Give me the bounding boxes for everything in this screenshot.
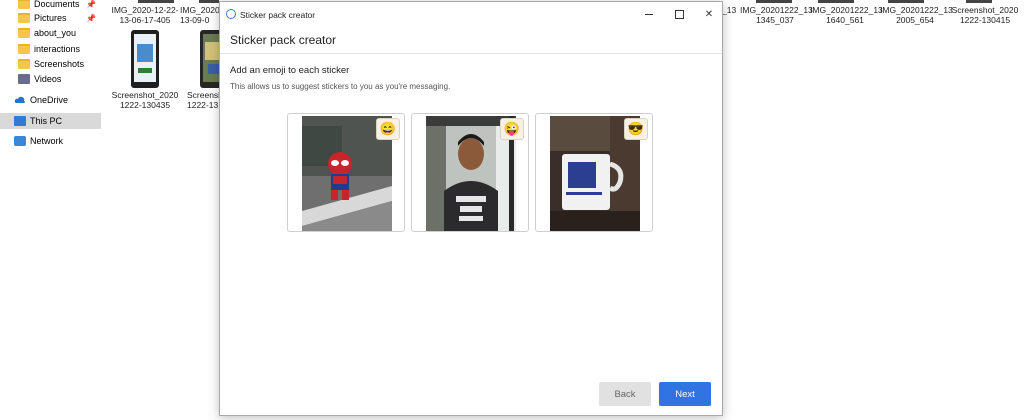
instruction-text: Add an emoji to each sticker <box>230 65 350 76</box>
video-folder-icon <box>18 74 30 84</box>
file-item[interactable]: Screenshot_2020 1222-130435 <box>110 90 180 110</box>
file-name: 1222-130435 <box>119 100 171 110</box>
sticker-card-3[interactable]: 😎 <box>535 113 653 232</box>
file-name: _13 <box>722 5 737 15</box>
next-button[interactable]: Next <box>659 382 711 406</box>
folder-icon <box>18 28 30 38</box>
folder-icon <box>18 59 30 69</box>
file-name: 13-09-0 <box>180 15 210 25</box>
app-icon <box>226 9 236 19</box>
close-button[interactable]: ✕ <box>694 2 724 27</box>
explorer-sidebar: Documents 📌 Pictures 📌 about_you interac… <box>0 0 102 420</box>
thumbnail[interactable] <box>756 0 792 3</box>
nav-label: Documents <box>34 0 80 9</box>
folder-icon <box>18 44 30 54</box>
file-name: Screenshot_2020 <box>111 90 179 100</box>
file-item[interactable]: _13 <box>722 5 738 15</box>
cloud-icon <box>14 95 26 105</box>
emoji-picker-button[interactable]: 😎 <box>624 118 648 140</box>
thumbnail[interactable] <box>199 0 219 3</box>
pin-icon: 📌 <box>86 13 96 23</box>
file-name: 2005_654 <box>896 15 934 25</box>
file-item[interactable]: IMG_20201222_13 2005_654 <box>880 5 953 25</box>
folder-icon <box>18 0 30 9</box>
file-name: 1222-13 <box>187 100 219 110</box>
nav-label: Network <box>30 136 64 146</box>
file-name: Screensh <box>187 90 221 100</box>
file-item[interactable]: IMG_20201222_13 1640_561 <box>810 5 883 25</box>
nav-item-about-you[interactable]: about_you <box>0 25 101 41</box>
nav-label: OneDrive <box>30 95 69 105</box>
screenshot-thumbnail[interactable] <box>131 30 159 88</box>
subtext: This allows us to suggest stickers to yo… <box>230 82 451 91</box>
thumbnail[interactable] <box>966 0 992 3</box>
pc-icon <box>14 116 26 126</box>
thumbnail[interactable] <box>818 0 854 3</box>
file-item[interactable]: IMG_2020 13-09-0 <box>180 5 220 25</box>
emoji-picker-button[interactable]: 😄 <box>376 118 400 140</box>
file-name: 1345_037 <box>756 15 794 25</box>
file-item[interactable]: Screenshot_2020 1222-130415 <box>950 5 1020 25</box>
file-item[interactable]: Screensh 1222-13 <box>187 90 221 110</box>
file-name: 1640_561 <box>826 15 864 25</box>
dialog-header: Sticker pack creator <box>220 27 722 54</box>
sticker-card-1[interactable]: 😄 <box>287 113 405 232</box>
minimize-button[interactable] <box>634 2 664 27</box>
network-icon <box>14 136 26 146</box>
nav-item-network[interactable]: Network <box>0 133 101 149</box>
nav-label: Screenshots <box>34 59 85 69</box>
nav-label: Pictures <box>34 13 67 23</box>
maximize-button[interactable] <box>664 2 694 27</box>
nav-label: Videos <box>34 74 62 84</box>
file-name: Screenshot_2020 <box>951 5 1019 15</box>
sticker-card-2[interactable]: 😜 <box>411 113 529 232</box>
emoji-picker-button[interactable]: 😜 <box>500 118 524 140</box>
file-name: IMG_20201222_13 <box>740 5 813 15</box>
thumbnail[interactable] <box>138 0 174 3</box>
file-item[interactable]: IMG_2020-12-22- 13-06-17-405 <box>110 5 180 25</box>
file-item[interactable]: IMG_20201222_13 1345_037 <box>740 5 813 25</box>
nav-item-this-pc[interactable]: This PC <box>0 113 101 129</box>
back-button[interactable]: Back <box>599 382 651 406</box>
maximize-icon <box>674 10 684 19</box>
file-name: 13-06-17-405 <box>119 15 171 25</box>
file-name: 1222-130415 <box>959 15 1011 25</box>
nav-label: This PC <box>30 116 63 126</box>
nav-item-videos[interactable]: Videos <box>0 71 101 87</box>
file-name: IMG_20201222_13 <box>880 5 953 15</box>
window-title: Sticker pack creator <box>240 10 316 20</box>
nav-label: about_you <box>34 28 77 38</box>
title-bar[interactable]: Sticker pack creator ✕ <box>220 2 722 27</box>
nav-item-pictures[interactable]: Pictures 📌 <box>0 10 101 26</box>
thumbnail[interactable] <box>888 0 924 3</box>
file-name: IMG_2020 <box>180 5 220 15</box>
page-title: Sticker pack creator <box>230 33 337 47</box>
minimize-icon <box>645 14 653 15</box>
pin-icon: 📌 <box>86 0 96 9</box>
file-name: IMG_20201222_13 <box>810 5 883 15</box>
folder-icon <box>18 13 30 23</box>
sticker-pack-dialog: Sticker pack creator ✕ Sticker pack crea… <box>219 1 723 416</box>
file-name: IMG_2020-12-22- <box>111 5 179 15</box>
nav-item-onedrive[interactable]: OneDrive <box>0 92 101 108</box>
close-icon: ✕ <box>704 9 714 20</box>
nav-item-interactions[interactable]: interactions <box>0 41 101 57</box>
nav-item-screenshots[interactable]: Screenshots <box>0 56 101 72</box>
nav-label: interactions <box>34 44 81 54</box>
